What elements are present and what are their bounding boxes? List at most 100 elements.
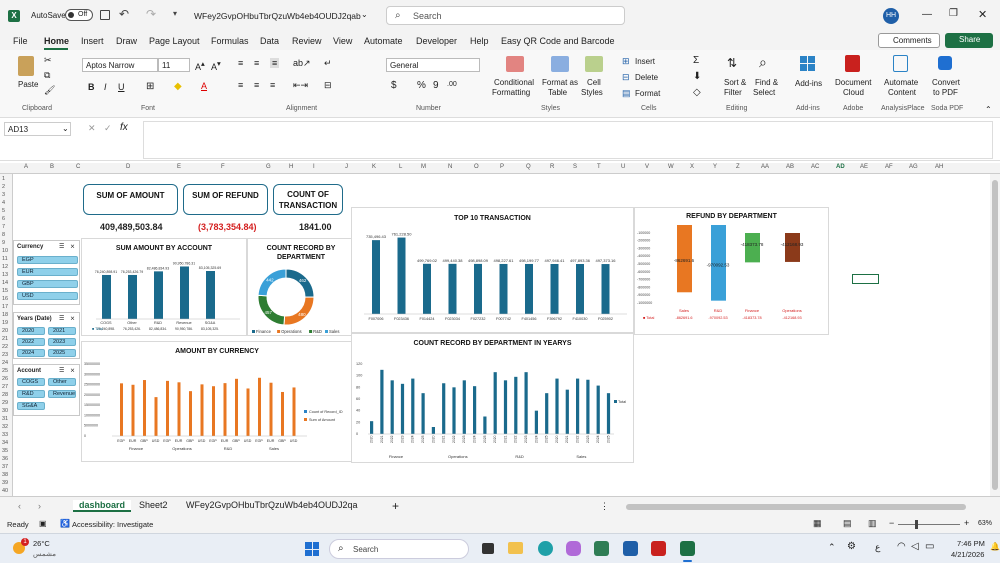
column-header[interactable]: C [76, 164, 80, 170]
account-slicer[interactable]: Account ☰ ⨯ COGS Other R&D Revenue SG&A [13, 364, 80, 416]
battery-icon[interactable]: ▭ [925, 541, 934, 552]
edge-icon[interactable] [538, 541, 553, 556]
menu-insert[interactable]: Insert [81, 36, 104, 46]
row-header[interactable]: 30 [2, 408, 8, 414]
slicer-item[interactable]: Revenue [48, 390, 76, 398]
kpi-sum-amount[interactable]: SUM OF AMOUNT [83, 184, 178, 215]
column-header[interactable]: A [24, 164, 28, 170]
column-header[interactable]: H [289, 164, 293, 170]
avatar[interactable]: HH [883, 8, 899, 24]
row-header[interactable]: 40 [2, 488, 8, 494]
column-header[interactable]: Z [736, 164, 740, 170]
years-slicer[interactable]: Years (Date) ☰ ⨯ 2020 2021 2022 2023 202… [13, 312, 80, 359]
column-header[interactable]: V [645, 164, 649, 170]
next-sheet-icon[interactable]: › [38, 501, 41, 511]
slicer-item[interactable]: 2023 [48, 338, 76, 346]
redo-icon[interactable]: ↷ [146, 7, 156, 21]
row-header[interactable]: 36 [2, 456, 8, 462]
bold-icon[interactable]: B [88, 82, 95, 92]
font-color-icon[interactable]: A [201, 81, 207, 91]
file-explorer-icon[interactable] [508, 542, 523, 554]
chart-count-by-department-years[interactable]: COUNT RECORD BY DEPARTMENT IN YEARYS 120… [351, 333, 634, 463]
slicer-item[interactable]: 2025 [48, 349, 76, 357]
menu-easy-qr[interactable]: Easy QR Code and Barcode [501, 36, 615, 46]
save-icon[interactable] [100, 10, 110, 20]
row-header[interactable]: 21 [2, 336, 8, 342]
align-middle-icon[interactable]: ≡ [254, 58, 259, 68]
slicer-item[interactable]: 2022 [17, 338, 45, 346]
wrap-text-icon[interactable]: ↵ [324, 58, 332, 69]
column-header[interactable]: AC [811, 164, 819, 170]
kpi-sum-refund[interactable]: SUM OF REFUND [183, 184, 268, 215]
increase-font-icon[interactable]: A▴ [195, 59, 205, 72]
page-break-view-icon[interactable]: ▥ [868, 518, 877, 529]
column-header[interactable]: AD [836, 164, 845, 170]
currency-icon[interactable]: $ [391, 80, 397, 91]
column-header[interactable]: N [448, 164, 452, 170]
column-header[interactable]: K [372, 164, 376, 170]
cancel-icon[interactable]: ✕ [88, 123, 96, 134]
row-header[interactable]: 27 [2, 384, 8, 390]
menu-file[interactable]: File [13, 36, 28, 46]
menu-page-layout[interactable]: Page Layout [149, 36, 200, 46]
row-header[interactable]: 6 [2, 216, 5, 222]
column-header[interactable]: Y [713, 164, 717, 170]
align-right-icon[interactable]: ≡ [270, 80, 275, 90]
clear-icon[interactable]: ◇ [693, 87, 701, 98]
scroll-thumb[interactable] [992, 180, 998, 490]
row-header[interactable]: 29 [2, 400, 8, 406]
row-header[interactable]: 23 [2, 352, 8, 358]
slicer-item[interactable]: 2021 [48, 327, 76, 335]
row-header[interactable]: 2 [2, 184, 5, 190]
clock-date[interactable]: 4/21/2026 [951, 550, 984, 559]
column-header[interactable]: AB [786, 164, 794, 170]
column-header[interactable]: R [550, 164, 554, 170]
row-header[interactable]: 17 [2, 304, 8, 310]
find-select-button[interactable]: Find & [755, 78, 778, 87]
percent-icon[interactable]: % [417, 80, 426, 91]
chart-count-by-department[interactable]: COUNT RECORD BY DEPARTMENT 462 480 457 442 F… [247, 238, 353, 336]
zoom-in-icon[interactable]: + [964, 518, 969, 528]
row-header[interactable]: 26 [2, 376, 8, 382]
convert-pdf-button[interactable]: Convert [932, 78, 960, 87]
tray-chevron-icon[interactable]: ⌃ [828, 542, 836, 553]
accessibility-icon[interactable]: ♿ [60, 519, 70, 528]
worksheet-grid[interactable]: SUM OF AMOUNT 409,489,503.84 SUM OF REFU… [13, 174, 1000, 496]
decimal-icon[interactable]: .00 [447, 81, 457, 88]
sort-filter-button[interactable]: Sort & [724, 78, 746, 87]
row-header[interactable]: 22 [2, 344, 8, 350]
row-header[interactable]: 31 [2, 416, 8, 422]
row-header[interactable]: 25 [2, 368, 8, 374]
row-header[interactable]: 15 [2, 288, 8, 294]
column-header[interactable]: U [621, 164, 625, 170]
column-header[interactable]: G [266, 164, 271, 170]
delete-cells-button[interactable]: Delete [635, 73, 658, 82]
clear-filter-icon[interactable]: ⨯ [70, 243, 75, 250]
multi-select-icon[interactable]: ☰ [59, 315, 64, 322]
restore-icon[interactable]: ❐ [949, 8, 958, 19]
close-icon[interactable]: ✕ [978, 8, 987, 21]
row-header[interactable]: 20 [2, 328, 8, 334]
fill-color-icon[interactable]: ◆ [174, 81, 182, 92]
row-header[interactable]: 16 [2, 296, 8, 302]
column-header[interactable]: Q [526, 164, 531, 170]
task-view-icon[interactable] [482, 543, 494, 554]
enter-icon[interactable]: ✓ [104, 123, 112, 134]
row-header[interactable]: 33 [2, 432, 8, 438]
cell-styles-button[interactable]: Cell [587, 78, 601, 87]
kpi-count-transaction[interactable]: COUNT OF TRANSACTION [273, 184, 343, 215]
italic-icon[interactable]: I [104, 82, 107, 92]
row-header[interactable]: 34 [2, 440, 8, 446]
row-header[interactable]: 35 [2, 448, 8, 454]
font-size-select[interactable]: 11 [158, 58, 190, 72]
indent-icon[interactable]: ⇤⇥ [293, 80, 308, 91]
multi-select-icon[interactable]: ☰ [59, 243, 64, 250]
slicer-item[interactable]: USD [17, 292, 78, 300]
font-name-select[interactable]: Aptos Narrow [82, 58, 158, 72]
column-header[interactable]: T [597, 164, 601, 170]
merge-icon[interactable]: ⊟ [324, 80, 332, 91]
menu-review[interactable]: Review [292, 36, 322, 46]
column-header[interactable]: AH [935, 164, 943, 170]
paste-icon[interactable] [18, 56, 34, 76]
row-header[interactable]: 8 [2, 232, 5, 238]
